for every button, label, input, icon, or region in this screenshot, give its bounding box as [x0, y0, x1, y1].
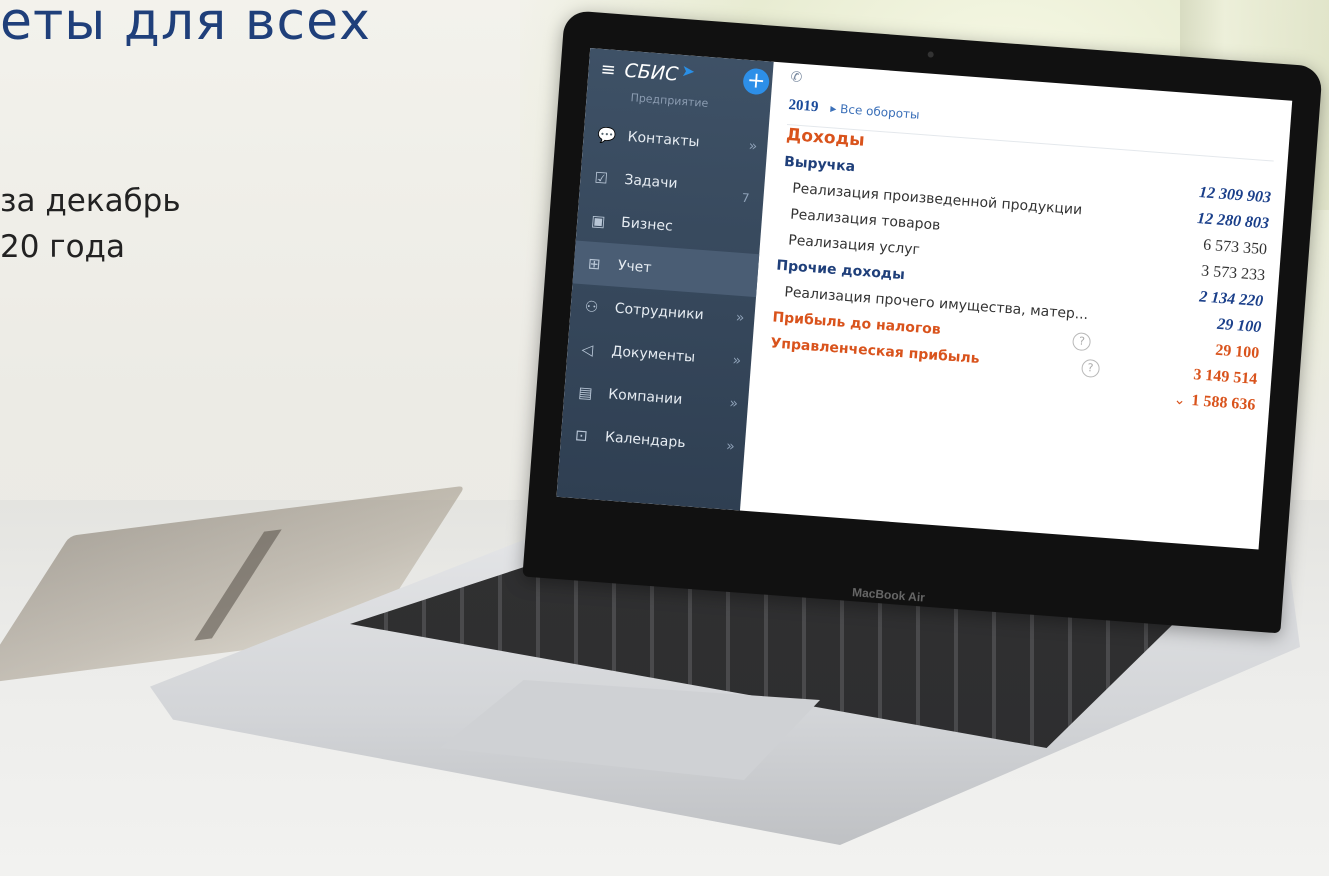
row-value-wrap: 2 134 220	[1199, 286, 1264, 311]
sidebar-item-label: Документы	[610, 342, 696, 366]
subtitle-line-2: 20 года	[0, 229, 125, 265]
row-value-wrap: 3 573 233	[1201, 260, 1266, 285]
sidebar-item-label: Учет	[617, 257, 653, 276]
company-icon: ▤	[577, 382, 594, 402]
nav-list: 💬 Контакты » ☑ Задачи 7 ▣ Бизнес ⊞ Учет ⚇ Сотрудник…	[560, 112, 769, 469]
row-value-wrap: 6 573 350	[1202, 235, 1268, 260]
main-content: ✆ 2019 ▸ Все обороты Доходы Выручка 12 309…	[740, 62, 1292, 550]
chevron-down-icon[interactable]: ⌄	[1173, 392, 1186, 409]
row-value-wrap: 3 149 514	[1193, 364, 1258, 389]
sidebar: ≡ СБИС ➤ + Предприятие 💬 Контакты» ☑ Задачи…	[556, 47, 774, 511]
people-icon: ⚇	[584, 296, 599, 316]
sidebar-item-label: Сотрудники	[614, 300, 705, 323]
subtitle-line-1: за декабрь	[0, 183, 181, 219]
row-value: 29 100	[1216, 315, 1262, 337]
row-value: 12 309 903	[1198, 184, 1272, 207]
sidebar-item-label: Контакты	[627, 128, 701, 150]
period-year[interactable]: 2019	[788, 97, 819, 116]
task-icon: ☑	[593, 168, 609, 188]
row-value: 12 280 803	[1196, 210, 1270, 233]
row-value-wrap: 12 280 803	[1196, 208, 1270, 233]
row-value: 29 100	[1214, 341, 1260, 362]
headline: еты для всех	[0, 0, 371, 52]
expand-chevron-icon[interactable]: »	[732, 352, 742, 369]
help-icon[interactable]: ?	[1072, 332, 1092, 352]
laptop-brand-label: MacBook Air	[851, 585, 926, 605]
row-value: 1 588 636	[1190, 392, 1256, 414]
app-screen: ≡ СБИС ➤ + Предприятие 💬 Контакты» ☑ Задачи…	[556, 47, 1293, 550]
calculator-icon: ⊞	[587, 253, 602, 273]
row-value: 2 134 220	[1198, 288, 1264, 311]
hamburger-menu-icon[interactable]: ≡	[600, 58, 622, 80]
logo-mark-icon: ➤	[680, 60, 696, 81]
row-value: 3 573 233	[1200, 262, 1266, 285]
row-value: 3 149 514	[1192, 366, 1258, 388]
expand-chevron-icon[interactable]: »	[729, 395, 739, 412]
sidebar-item-label: Календарь	[604, 428, 687, 451]
row-value: 6 573 350	[1202, 236, 1268, 259]
row-name: Выручка	[783, 153, 856, 176]
calendar-icon: ⊡	[574, 425, 589, 445]
expand-chevron-icon[interactable]: »	[726, 438, 736, 455]
chat-icon: 💬	[597, 125, 618, 145]
row-value-wrap: 12 309 903	[1198, 182, 1271, 207]
expand-chevron-icon[interactable]: »	[735, 309, 745, 326]
camera-dot	[927, 51, 934, 58]
row-value-wrap: 29 100	[1217, 314, 1262, 337]
row-value-wrap: 29 100	[1215, 340, 1260, 363]
sidebar-item-label: Компании	[607, 385, 683, 408]
send-icon: ◁	[580, 339, 594, 359]
briefcase-icon: ▣	[590, 211, 607, 231]
task-count-badge: 7	[741, 190, 750, 206]
report-rows: Доходы Выручка 12 309 903 Реализация произв…	[768, 125, 1274, 421]
laptop-lid: ≡ СБИС ➤ + Предприятие 💬 Контакты» ☑ Задачи…	[522, 10, 1323, 634]
subtitle: за декабрь 20 года	[0, 178, 181, 270]
expand-chevron-icon[interactable]: »	[748, 138, 758, 155]
help-icon[interactable]: ?	[1080, 358, 1100, 379]
sidebar-item-label: Бизнес	[620, 214, 674, 235]
app-logo[interactable]: СБИС	[624, 60, 679, 86]
sidebar-item-label: Задачи	[623, 171, 679, 192]
